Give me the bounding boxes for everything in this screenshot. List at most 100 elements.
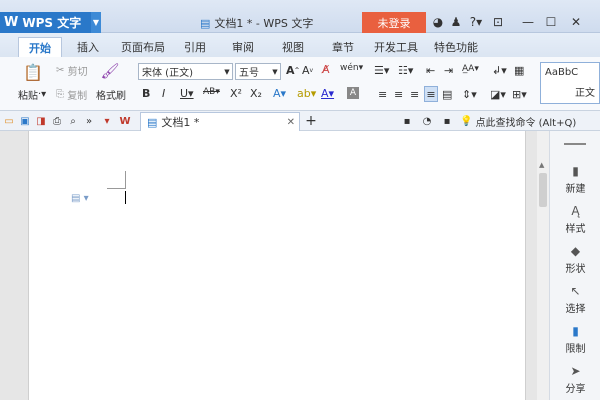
style-gallery-normal[interactable]: AaBbC 正文 [540, 62, 600, 104]
login-button[interactable]: 未登录 [362, 12, 426, 33]
sidepanel-item-styles[interactable]: Ą 样式 [550, 199, 600, 239]
font-size-select[interactable]: 五号 ▼ [235, 63, 281, 80]
shrink-font-icon[interactable]: Av [302, 64, 313, 77]
sidepanel-item-share[interactable]: ➤ 分享 [550, 359, 600, 399]
copy-icon: ⎘ [56, 89, 64, 100]
paste-options-icon[interactable]: ▤ ▾ [71, 193, 89, 204]
border-icon[interactable]: ⊞▾ [512, 88, 527, 101]
copy-button[interactable]: ⎘ 复制 [56, 87, 87, 102]
layout-icon[interactable]: ▪ [400, 114, 414, 128]
align-right-icon[interactable]: ≡ [410, 88, 419, 101]
tab-developer[interactable]: 开发工具 [372, 37, 420, 57]
command-search[interactable]: 💡 点此查找命令 (Alt+Q) [460, 114, 576, 129]
tab-review[interactable]: 审阅 [228, 37, 258, 57]
minimize-ribbon-icon[interactable]: ⊡ [490, 14, 506, 30]
subscript-icon[interactable]: X₂ [250, 87, 262, 100]
print-preview-icon[interactable]: ⌕ [66, 114, 80, 128]
document-icon: ▤ [200, 16, 211, 30]
chevron-down-icon: ▼ [272, 67, 278, 76]
close-tab-icon[interactable]: ✕ [287, 117, 295, 128]
tab-chapter[interactable]: 章节 [328, 37, 358, 57]
save-icon[interactable]: ▣ [18, 114, 32, 128]
skin-icon[interactable]: ◕ [430, 14, 446, 30]
chevron-down-icon[interactable]: ▼ [91, 12, 101, 33]
text-effect-icon[interactable]: A▾ [273, 87, 286, 100]
app-menu-button[interactable]: W WPS 文字 ▼ [0, 12, 101, 33]
tab-view[interactable]: 视图 [278, 37, 308, 57]
tab-home[interactable]: 开始 [18, 37, 62, 57]
bullet-list-icon[interactable]: ☰▾ [374, 64, 389, 77]
document-icon: ▤ [147, 115, 158, 129]
pdf-icon[interactable]: ◨ [34, 114, 48, 128]
cut-button[interactable]: ✂ 剪切 [56, 63, 88, 78]
phonetic-icon[interactable]: wén▾ [340, 63, 363, 73]
customize-icon[interactable]: ▾ [100, 114, 114, 128]
sidepanel-item-new[interactable]: ▮ 新建 [550, 159, 600, 199]
open-folder-icon[interactable]: ▭ [2, 114, 16, 128]
tab-page-layout[interactable]: 页面布局 [118, 37, 168, 57]
close-icon[interactable]: ✕ [568, 14, 584, 30]
tab-special[interactable]: 特色功能 [432, 37, 480, 57]
sidepanel-item-shapes[interactable]: ◆ 形状 [550, 239, 600, 279]
margin-marker [107, 188, 125, 189]
format-painter-icon[interactable]: 🖌 [100, 60, 120, 82]
sidepanel-item-select[interactable]: ↖ 选择 [550, 279, 600, 319]
app-name: WPS 文字 [22, 16, 82, 30]
superscript-icon[interactable]: X² [230, 87, 242, 100]
font-color-icon[interactable]: A▾ [321, 87, 334, 100]
window-title: ▤ 文档1 * - WPS 文字 [200, 16, 314, 31]
help-icon[interactable]: ? ▾ [466, 14, 486, 30]
numbered-list-icon[interactable]: ☷▾ [398, 64, 413, 77]
char-shading-icon[interactable]: A [347, 87, 359, 99]
document-tab[interactable]: ▤ 文档1 * ✕ [140, 112, 300, 131]
document-page[interactable]: ▤ ▾ [28, 131, 526, 400]
tab-references[interactable]: 引用 [180, 37, 210, 57]
wps-home-icon[interactable]: W [118, 114, 132, 128]
paste-button[interactable]: 粘贴 ·▾ [18, 87, 46, 102]
shirt-icon[interactable]: ♟ [448, 14, 464, 30]
strikethrough-icon[interactable]: AB▾ [203, 87, 220, 97]
justify-icon[interactable]: ≡ [424, 86, 438, 102]
title-bar: W WPS 文字 ▼ ▤ 文档1 * - WPS 文字 未登录 ◕ ♟ ? ▾ ⊡… [0, 0, 600, 33]
font-name-select[interactable]: 宋体 (正文) ▼ [138, 63, 233, 80]
line-spacing-icon[interactable]: ⇕▾ [462, 88, 477, 101]
backup-icon[interactable]: ◔ [420, 114, 434, 128]
scrollbar-thumb[interactable] [539, 173, 547, 207]
highlight-icon[interactable]: ab▾ [297, 87, 316, 100]
ribbon: 📋 粘贴 ·▾ ✂ 剪切 ⎘ 复制 🖌 格式刷 宋体 (正文) ▼ 五号 ▼ A ^ A… [0, 57, 600, 111]
underline-icon[interactable]: U▾ [180, 87, 194, 100]
grow-font-icon[interactable]: A ^ [286, 64, 300, 77]
select-icon: ↖ [570, 283, 581, 298]
decrease-indent-icon[interactable]: ⇤ [426, 64, 435, 77]
maximize-icon[interactable]: ☐ [543, 14, 559, 30]
show-marks-icon[interactable]: ↲▾ [492, 64, 507, 77]
minimize-icon[interactable]: — [520, 14, 536, 30]
vertical-scrollbar[interactable]: ▲ [537, 131, 549, 400]
new-document-icon: ▮ [572, 163, 579, 178]
quick-access-bar: ▭ ▣ ◨ ⎙ ⌕ » ▾ W ▤ 文档1 * ✕ + ▪ ◔ ▪ 💡 点此查找… [0, 111, 600, 131]
print-icon[interactable]: ⎙ [50, 114, 64, 128]
clear-format-icon[interactable]: A̸ [322, 63, 330, 76]
increase-indent-icon[interactable]: ⇥ [444, 64, 453, 77]
margin-marker [125, 171, 126, 189]
table-icon[interactable]: ▦ [514, 64, 524, 77]
tab-insert[interactable]: 插入 [70, 37, 106, 57]
format-painter-button[interactable]: 格式刷 [96, 87, 126, 102]
align-center-icon[interactable]: ≡ [394, 88, 403, 101]
sync-icon[interactable]: ▪ [440, 114, 454, 128]
align-left-icon[interactable]: ≡ [378, 88, 387, 101]
scroll-up-icon[interactable]: ▲ [539, 161, 544, 169]
italic-icon[interactable]: I [162, 87, 165, 100]
shading-icon[interactable]: ◪▾ [490, 88, 506, 101]
distribute-icon[interactable]: ▤ [442, 88, 452, 101]
paste-icon[interactable]: 📋 [22, 61, 44, 83]
wps-logo-icon: W [4, 15, 19, 30]
text-cursor [125, 191, 126, 204]
sidepanel-item-restrict[interactable]: ▮ 限制 [550, 319, 600, 359]
new-tab-button[interactable]: + [304, 113, 318, 129]
bold-icon[interactable]: B [142, 87, 150, 100]
task-panel: ▮ 新建 Ą 样式 ◆ 形状 ↖ 选择 ▮ 限制 ➤ 分享 [549, 131, 600, 400]
chinese-layout-icon[interactable]: A̲A▾ [462, 64, 479, 74]
more-icon[interactable]: » [82, 114, 96, 128]
panel-collapse-handle[interactable] [564, 143, 586, 145]
